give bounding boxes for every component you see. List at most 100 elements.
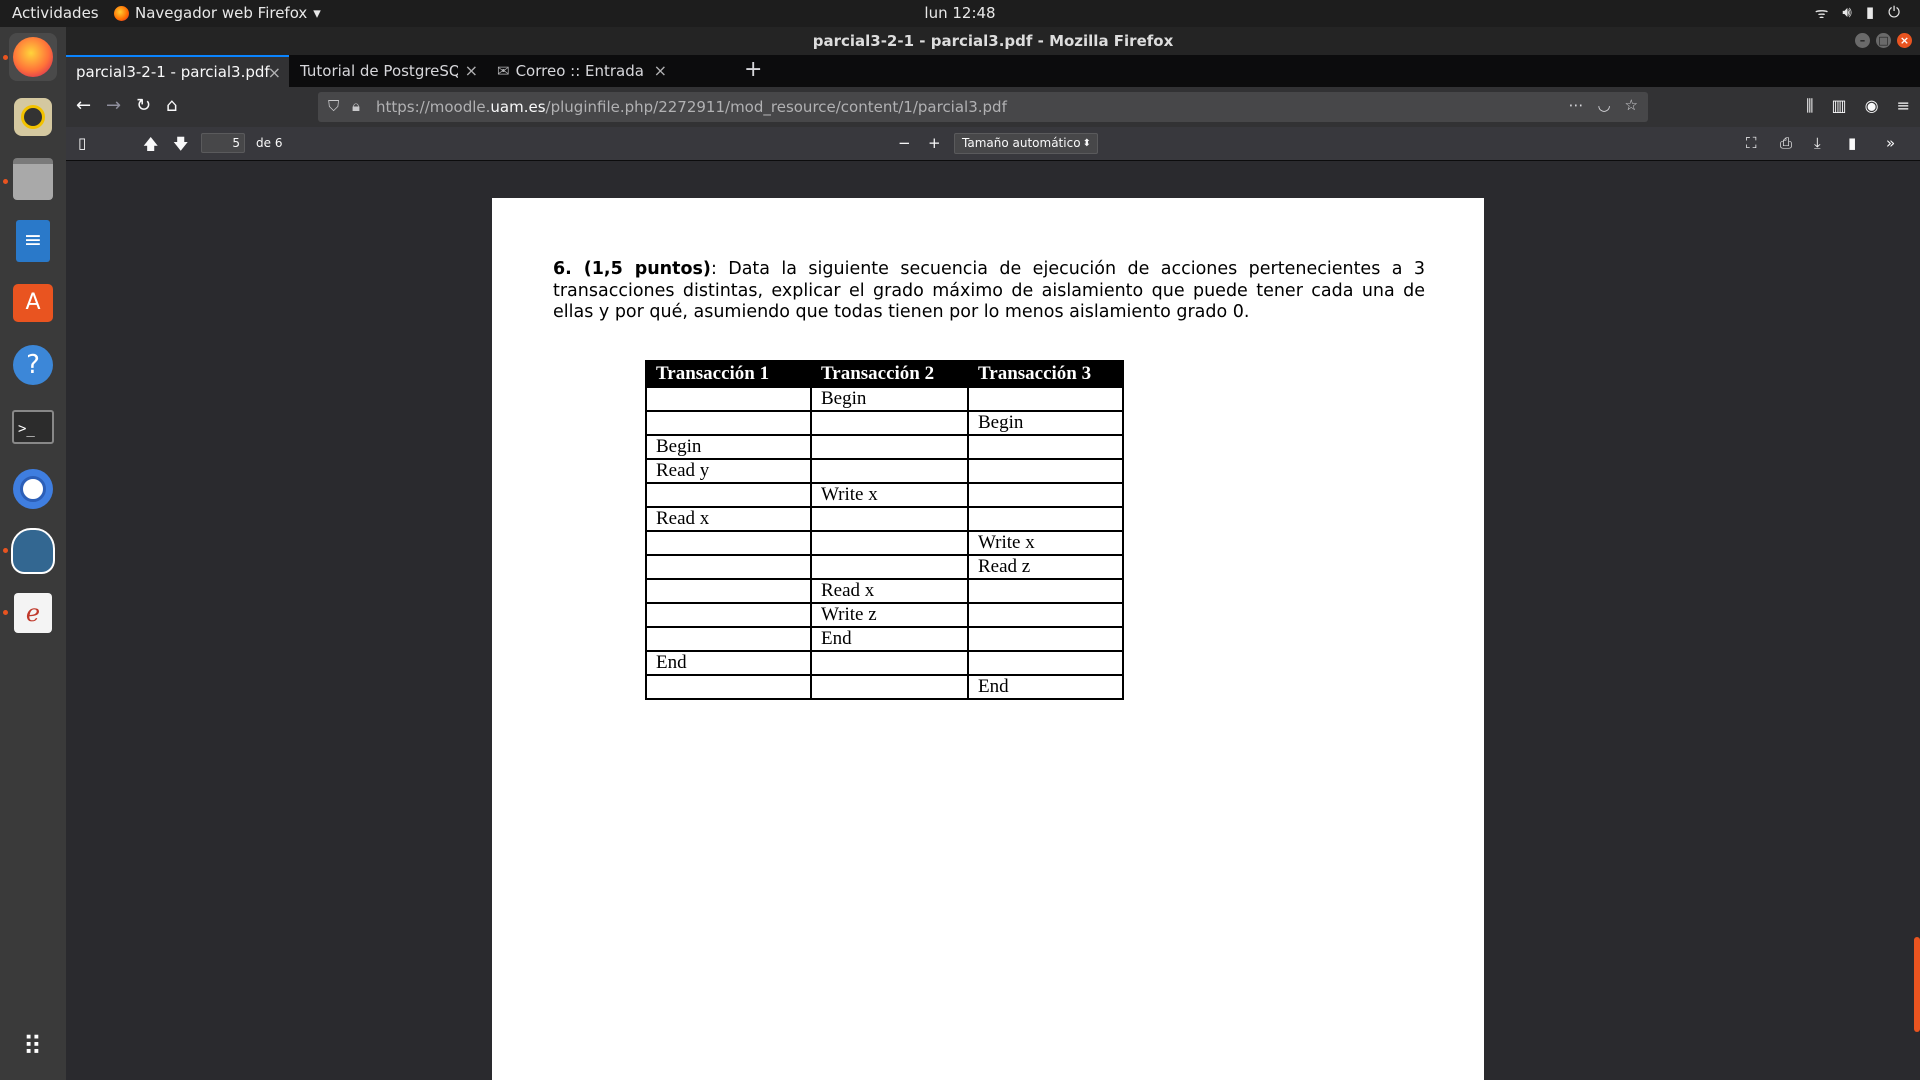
new-tab-button[interactable]: + [744, 57, 762, 82]
page-count: de 6 [256, 136, 283, 150]
table-cell [645, 674, 812, 700]
dock-help[interactable]: ? [9, 341, 57, 389]
zoom-in-icon[interactable]: + [928, 134, 941, 152]
elephant-icon [11, 528, 55, 574]
firefox-icon [114, 5, 129, 21]
table-cell [967, 482, 1124, 508]
page-number-input[interactable]: 5 [201, 133, 245, 153]
reload-button[interactable]: ↻ [136, 95, 151, 116]
software-icon: A [13, 284, 53, 322]
url-bar[interactable]: ⛉ 🔒︎ https://moodle.uam.es/pluginfile.ph… [318, 92, 1648, 122]
dock-terminal[interactable]: >_ [9, 403, 57, 451]
download-icon[interactable]: ⤓ [1814, 134, 1821, 152]
table-cell: End [645, 650, 812, 676]
mail-icon: ✉ [497, 62, 510, 80]
home-button[interactable]: ⌂ [166, 95, 177, 116]
forward-button[interactable]: → [106, 95, 121, 116]
close-tab-icon[interactable]: × [654, 61, 667, 80]
previous-page-icon[interactable]: 🡅 [143, 134, 158, 159]
table-cell: Read y [645, 458, 812, 484]
tab-postgresql[interactable]: Tutorial de PostgreSQL - Tip × [290, 55, 486, 87]
dock-evince[interactable]: ℯ [9, 589, 57, 637]
table-row: Read y [645, 458, 1124, 484]
bookmark-star-icon[interactable]: ☆ [1625, 96, 1638, 114]
table-cell [645, 626, 812, 652]
running-indicator [3, 610, 8, 615]
tab-correo[interactable]: ✉ Correo :: Entrada × [487, 55, 675, 87]
zoom-select[interactable]: Tamaño automático ⬍ [954, 133, 1098, 154]
pocket-icon[interactable]: ◡ [1597, 96, 1610, 114]
activities-button[interactable]: Actividades [12, 4, 99, 22]
table-cell: End [967, 674, 1124, 700]
dock-firefox[interactable] [9, 33, 57, 81]
presentation-mode-icon[interactable]: ⛶ [1746, 134, 1757, 152]
print-icon[interactable]: ⎙ [1780, 134, 1792, 152]
table-row: End [645, 674, 1124, 700]
firefox-window: parcial3-2-1 - parcial3.pdf - Mozilla Fi… [66, 27, 1920, 1080]
column-header: Transacción 3 [967, 360, 1124, 388]
menu-icon[interactable]: ≡ [1897, 96, 1910, 116]
zoom-out-icon[interactable]: − [898, 134, 911, 152]
column-header: Transacción 2 [810, 360, 969, 388]
shield-icon[interactable]: ⛉ [328, 97, 339, 115]
table-cell: Write z [810, 602, 969, 628]
volume-icon: 🔊︎ [1842, 3, 1852, 21]
maximize-icon[interactable]: □ [1876, 33, 1891, 48]
table-row: Read x [645, 506, 1124, 532]
scrollbar-thumb[interactable] [1914, 937, 1920, 1032]
show-applications-button[interactable]: ⠿ [9, 1023, 57, 1071]
document-viewer-icon: ℯ [14, 593, 52, 633]
tab-parcial3[interactable]: parcial3-2-1 - parcial3.pdf × [66, 55, 289, 87]
writer-icon: ≡ [16, 220, 50, 262]
bookmark-icon[interactable]: ▮ [1848, 134, 1856, 152]
table-row: Write x [645, 482, 1124, 508]
more-actions-icon[interactable]: ⋯ [1568, 96, 1583, 114]
next-page-icon[interactable]: 🡇 [173, 134, 188, 159]
table-cell [967, 434, 1124, 460]
table-row: Read x [645, 578, 1124, 604]
table-cell: Write x [810, 482, 969, 508]
pdf-toolbar: ▯ 🡅 🡇 5 de 6 − + Tamaño automático ⬍ ⛶ ⎙… [66, 127, 1920, 161]
table-cell [967, 506, 1124, 532]
close-tab-icon[interactable]: × [268, 63, 281, 82]
minimize-icon[interactable]: – [1855, 33, 1870, 48]
dock-rhythmbox[interactable] [9, 93, 57, 141]
running-indicator [3, 55, 8, 60]
navigation-bar: ← → ↻ ⌂ ⛉ 🔒︎ https://moodle.uam.es/plugi… [66, 87, 1920, 127]
table-cell: Begin [645, 434, 812, 460]
library-icon[interactable]: ⫼ [1806, 96, 1813, 116]
app-menu-label: Navegador web Firefox [135, 4, 308, 22]
tools-icon[interactable]: » [1886, 134, 1895, 152]
app-menu[interactable]: Navegador web Firefox ▾ [114, 4, 321, 22]
dock-software[interactable]: A [9, 279, 57, 327]
dock-chromium[interactable] [9, 465, 57, 513]
close-window-icon[interactable]: × [1897, 33, 1912, 48]
window-title: parcial3-2-1 - parcial3.pdf - Mozilla Fi… [812, 32, 1174, 50]
tab-strip: parcial3-2-1 - parcial3.pdf × Tutorial d… [66, 55, 1920, 87]
table-cell [810, 434, 969, 460]
tab-label: parcial3-2-1 - parcial3.pdf [76, 63, 270, 81]
table-cell: End [810, 626, 969, 652]
table-cell [810, 506, 969, 532]
pdf-viewer[interactable]: 6. (1,5 puntos): Data la siguiente secue… [66, 161, 1920, 1080]
question-number: 6. (1,5 puntos) [553, 259, 711, 279]
dock-pgadmin[interactable] [9, 527, 57, 575]
dock-files[interactable] [9, 155, 57, 203]
back-button[interactable]: ← [76, 95, 91, 116]
table-cell [967, 386, 1124, 412]
account-icon[interactable]: ◉ [1865, 96, 1879, 116]
table-cell: Begin [967, 410, 1124, 436]
table-cell [967, 626, 1124, 652]
sidebar-toggle-icon[interactable]: ▯ [78, 134, 86, 152]
zoom-value: Tamaño automático [962, 136, 1081, 150]
url-text: https://moodle.uam.es/pluginfile.php/227… [376, 98, 1007, 116]
dock-writer[interactable]: ≡ [9, 217, 57, 265]
question-text: 6. (1,5 puntos): Data la siguiente secue… [553, 259, 1425, 324]
system-tray[interactable]: ᯤ 🔊︎ ▮ ⏻ [1815, 3, 1900, 23]
sidebar-icon[interactable]: ▥ [1832, 96, 1847, 116]
close-tab-icon[interactable]: × [465, 61, 478, 80]
table-cell [967, 578, 1124, 604]
lock-icon[interactable]: 🔒︎ [352, 97, 360, 115]
files-icon [13, 158, 53, 200]
table-row: Write x [645, 530, 1124, 556]
